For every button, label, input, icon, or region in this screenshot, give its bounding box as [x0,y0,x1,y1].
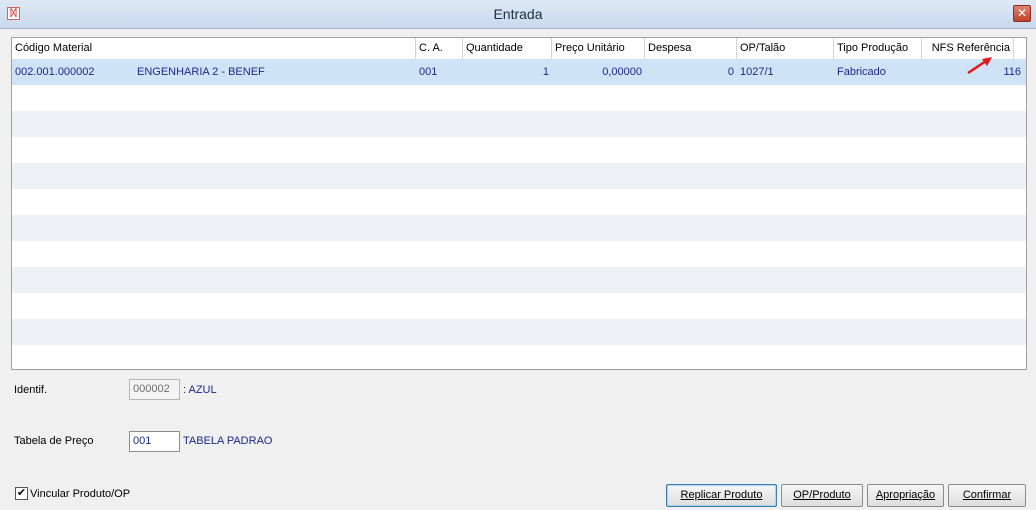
identif-field[interactable]: 000002 [129,379,180,400]
op-produto-button[interactable]: OP/Produto [781,484,863,507]
cell-tipo-producao[interactable]: Fabricado [834,59,922,85]
replicar-produto-label: Replicar Produto [680,489,763,501]
red-arrow-icon [967,57,992,75]
items-grid[interactable]: Código Material C. A. Quantidade Preço U… [11,37,1027,370]
table-row[interactable]: 002.001.000002 ENGENHARIA 2 - BENEF 001 … [12,59,1026,85]
identif-description: : AZUL [183,384,217,396]
close-button[interactable]: ✕ [1013,5,1031,22]
empty-row[interactable] [12,241,1026,267]
cell-preco-unitario[interactable]: 0,00000 [552,59,645,85]
empty-row[interactable] [12,293,1026,319]
tabela-preco-description: TABELA PADRAO [183,435,273,447]
tabela-preco-field[interactable]: 001 [129,431,180,452]
title-bar: ᛞ Entrada ✕ [0,0,1036,29]
empty-row[interactable] [12,163,1026,189]
column-header-op-talao[interactable]: OP/Talão [737,38,834,59]
apropriacao-button[interactable]: Apropriação [867,484,944,507]
vincular-label[interactable]: Vincular Produto/OP [30,488,130,500]
grid-rows: 002.001.000002 ENGENHARIA 2 - BENEF 001 … [12,59,1026,369]
cell-descricao[interactable]: ENGENHARIA 2 - BENEF [134,59,416,85]
column-header-ca[interactable]: C. A. [416,38,463,59]
cell-despesa[interactable]: 0 [645,59,737,85]
empty-row[interactable] [12,85,1026,111]
confirmar-label: Confirmar [962,489,1012,501]
empty-row[interactable] [12,345,1026,369]
empty-row[interactable] [12,111,1026,137]
column-header-preco-unitario[interactable]: Preço Unitário [552,38,645,59]
confirmar-button[interactable]: Confirmar [948,484,1026,507]
empty-row[interactable] [12,319,1026,345]
column-header-codigo-material[interactable]: Código Material [12,38,416,59]
window-title: Entrada [493,6,543,22]
cell-codigo[interactable]: 002.001.000002 [12,59,134,85]
column-header-tipo-producao[interactable]: Tipo Produção [834,38,922,59]
cell-op-talao[interactable]: 1027/1 [737,59,834,85]
vincular-checkbox[interactable]: ✔ [15,487,28,500]
grid-header: Código Material C. A. Quantidade Preço U… [12,38,1026,60]
cell-ca[interactable]: 001 [416,59,463,85]
op-produto-label: OP/Produto [793,489,851,501]
column-header-quantidade[interactable]: Quantidade [463,38,552,59]
empty-row[interactable] [12,215,1026,241]
replicar-produto-button[interactable]: Replicar Produto [666,484,777,507]
tabela-preco-label: Tabela de Preço [14,435,94,447]
empty-row[interactable] [12,137,1026,163]
empty-row[interactable] [12,267,1026,293]
column-header-despesa[interactable]: Despesa [645,38,737,59]
cell-quantidade[interactable]: 1 [463,59,552,85]
identif-label: Identif. [14,384,48,396]
apropriacao-label: Apropriação [875,489,936,501]
empty-row[interactable] [12,189,1026,215]
